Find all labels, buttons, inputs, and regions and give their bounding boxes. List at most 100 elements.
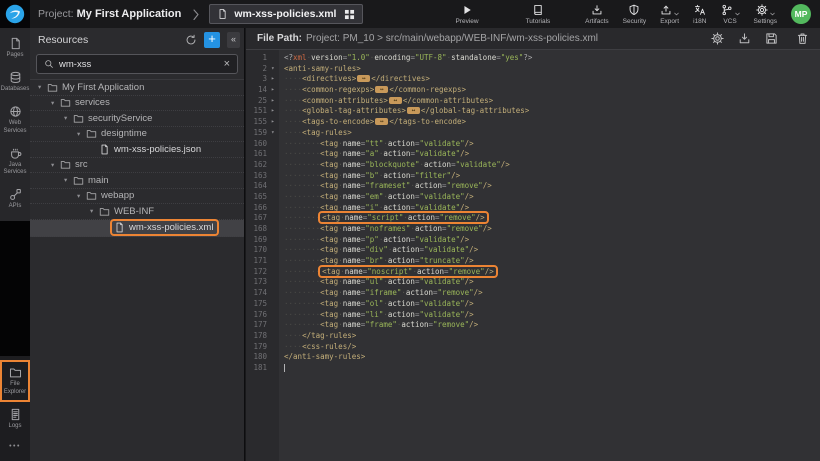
export-button[interactable]: Export bbox=[660, 4, 679, 25]
code-line-content: ········<tag·name="frameset"·action="rem… bbox=[279, 181, 492, 192]
caret-down-icon[interactable]: ▾ bbox=[90, 207, 99, 215]
code-line[interactable]: 168········<tag·name="noframes"·action="… bbox=[246, 224, 820, 235]
refresh-icon[interactable] bbox=[185, 34, 197, 46]
rail-item-file-explorer[interactable]: File Explorer bbox=[0, 360, 30, 401]
code-line[interactable]: 161········<tag·name="a"·action="validat… bbox=[246, 149, 820, 160]
code-line[interactable]: 14▸····<common-regexps>↔</common-regexps… bbox=[246, 85, 820, 96]
fold-pill[interactable]: ↔ bbox=[407, 107, 420, 114]
tree-row-src[interactable]: ▾src bbox=[30, 158, 244, 174]
tree-row-designtime[interactable]: ▾designtime bbox=[30, 127, 244, 143]
project-breadcrumb[interactable]: Project: My First Application bbox=[38, 8, 181, 20]
tree-row-main[interactable]: ▾main bbox=[30, 173, 244, 189]
code-line[interactable]: 2▾<anti-samy-rules> bbox=[246, 64, 820, 75]
line-number: 169 bbox=[246, 235, 270, 246]
tree-row-securityservice[interactable]: ▾securityService bbox=[30, 111, 244, 127]
fold-toggle[interactable]: ▾ bbox=[270, 64, 279, 75]
rail-item-logs[interactable]: Logs bbox=[0, 402, 30, 436]
code-line[interactable]: 155▸····<tags-to-encode>↔</tags-to-encod… bbox=[246, 117, 820, 128]
code-line[interactable]: 171········<tag·name="br"·action="trunca… bbox=[246, 256, 820, 267]
code-line[interactable]: 167········<tag·name="script"·action="re… bbox=[246, 213, 820, 224]
add-resource-button[interactable]: + bbox=[204, 32, 220, 48]
code-line[interactable]: 166········<tag·name="i"·action="validat… bbox=[246, 203, 820, 214]
vcs-button[interactable]: VCS bbox=[721, 4, 740, 25]
tree-item-label: WEB-INF bbox=[114, 206, 154, 217]
caret-down-icon[interactable]: ▾ bbox=[51, 161, 60, 169]
caret-down-icon[interactable]: ▾ bbox=[51, 99, 60, 107]
collapse-panel-button[interactable]: « bbox=[227, 32, 240, 48]
preview-button[interactable]: Preview bbox=[455, 4, 478, 25]
code-line[interactable]: 178····</tag-rules> bbox=[246, 331, 820, 342]
code-line[interactable]: 179····<css-rules/> bbox=[246, 342, 820, 353]
code-editor[interactable]: 1<?xml·version="1.0"·encoding="UTF-8"·st… bbox=[246, 50, 820, 461]
more-options-button[interactable]: ••• bbox=[0, 436, 30, 459]
code-line[interactable]: 165········<tag·name="em"·action="valida… bbox=[246, 192, 820, 203]
tree-row-web-inf[interactable]: ▾ WEB-INF bbox=[30, 204, 244, 220]
rail-item-web-services[interactable]: Web Services bbox=[0, 99, 30, 140]
code-line-content: ········<tag·name="ol"·action="validate"… bbox=[279, 299, 474, 310]
code-line[interactable]: 159▾····<tag-rules> bbox=[246, 128, 820, 139]
security-button[interactable]: Security bbox=[623, 4, 646, 25]
tree-row-wm-xss-policies-xml[interactable]: wm-xss-policies.xml bbox=[30, 220, 244, 237]
fold-pill[interactable]: ↔ bbox=[375, 118, 388, 125]
settings-button[interactable] bbox=[711, 32, 724, 45]
code-line[interactable]: 25▸····<common-attributes>↔</common-attr… bbox=[246, 96, 820, 107]
fold-toggle[interactable]: ▸ bbox=[270, 96, 279, 107]
artifacts-button[interactable]: Artifacts bbox=[585, 4, 608, 25]
fold-pill[interactable]: ↔ bbox=[375, 86, 388, 93]
code-line[interactable]: 172········<tag·name="noscript"·action="… bbox=[246, 267, 820, 278]
fold-toggle[interactable]: ▸ bbox=[270, 85, 279, 96]
code-line[interactable]: 170········<tag·name="div"·action="valid… bbox=[246, 245, 820, 256]
file-tab[interactable]: wm-xss-policies.xml bbox=[209, 4, 363, 24]
rail-item-apis[interactable]: APIs bbox=[0, 182, 30, 216]
tree-row-services[interactable]: ▾services bbox=[30, 96, 244, 112]
code-line[interactable]: 174········<tag·name="iframe"·action="re… bbox=[246, 288, 820, 299]
fold-pill[interactable]: ↔ bbox=[389, 97, 402, 104]
code-line[interactable]: 3▸····<directives>↔</directives> bbox=[246, 74, 820, 85]
rail-item-databases[interactable]: Databases bbox=[0, 65, 30, 99]
fold-toggle[interactable]: ▸ bbox=[270, 117, 279, 128]
search-input[interactable] bbox=[59, 59, 219, 70]
download-button[interactable] bbox=[738, 32, 751, 45]
fold-toggle[interactable]: ▸ bbox=[270, 74, 279, 85]
caret-down-icon[interactable]: ▾ bbox=[38, 83, 47, 91]
code-line[interactable]: 176········<tag·name="li"·action="valida… bbox=[246, 310, 820, 321]
rail-item-java-services[interactable]: Java Services bbox=[0, 141, 30, 182]
code-line[interactable]: 169········<tag·name="p"·action="validat… bbox=[246, 235, 820, 246]
app-logo[interactable] bbox=[0, 0, 30, 28]
folder-icon bbox=[60, 97, 71, 108]
fold-pill[interactable]: ↔ bbox=[357, 75, 370, 82]
settings-button[interactable]: Settings bbox=[754, 4, 778, 25]
code-line[interactable]: 173········<tag·name="ul"·action="valida… bbox=[246, 277, 820, 288]
tree-row-my-first-application[interactable]: ▾My First Application bbox=[30, 80, 244, 96]
line-number: 177 bbox=[246, 320, 270, 331]
caret-down-icon bbox=[735, 12, 740, 16]
rail-item-label: Web Services bbox=[1, 120, 29, 134]
code-line[interactable]: 151▸····<global-tag-attributes>↔</global… bbox=[246, 106, 820, 117]
code-line[interactable]: 181 bbox=[246, 363, 820, 374]
tutorials-button[interactable]: Tutorials bbox=[526, 4, 551, 25]
user-avatar[interactable]: MP bbox=[791, 4, 811, 24]
code-line[interactable]: 164········<tag·name="frameset"·action="… bbox=[246, 181, 820, 192]
rail-item-pages[interactable]: Pages bbox=[0, 31, 30, 65]
code-line[interactable]: 177········<tag·name="frame"·action="rem… bbox=[246, 320, 820, 331]
clear-search-icon[interactable]: × bbox=[224, 59, 230, 70]
code-line[interactable]: 163········<tag·name="b"·action="filter"… bbox=[246, 171, 820, 182]
code-line[interactable]: 175········<tag·name="ol"·action="valida… bbox=[246, 299, 820, 310]
fold-toggle[interactable]: ▾ bbox=[270, 128, 279, 139]
code-line[interactable]: 1<?xml·version="1.0"·encoding="UTF-8"·st… bbox=[246, 53, 820, 64]
fold-toggle[interactable]: ▸ bbox=[270, 106, 279, 117]
code-line[interactable]: 160········<tag·name="tt"·action="valida… bbox=[246, 139, 820, 150]
caret-down-icon[interactable]: ▾ bbox=[77, 130, 86, 138]
caret-down-icon[interactable]: ▾ bbox=[64, 176, 73, 184]
tree-row-webapp[interactable]: ▾webapp bbox=[30, 189, 244, 205]
tree-row-wm-xss-policies-json[interactable]: wm-xss-policies.json bbox=[30, 142, 244, 158]
save-button[interactable] bbox=[765, 32, 778, 45]
caret-down-icon[interactable]: ▾ bbox=[64, 114, 73, 122]
delete-button[interactable] bbox=[796, 32, 809, 45]
i18n-button[interactable]: i18N bbox=[693, 4, 706, 25]
code-line[interactable]: 162········<tag·name="blockquote"·action… bbox=[246, 160, 820, 171]
grid-icon[interactable] bbox=[344, 9, 355, 20]
caret-down-icon[interactable]: ▾ bbox=[77, 192, 86, 200]
code-line[interactable]: 180</anti-samy-rules> bbox=[246, 352, 820, 363]
artifacts-label: Artifacts bbox=[585, 18, 608, 25]
